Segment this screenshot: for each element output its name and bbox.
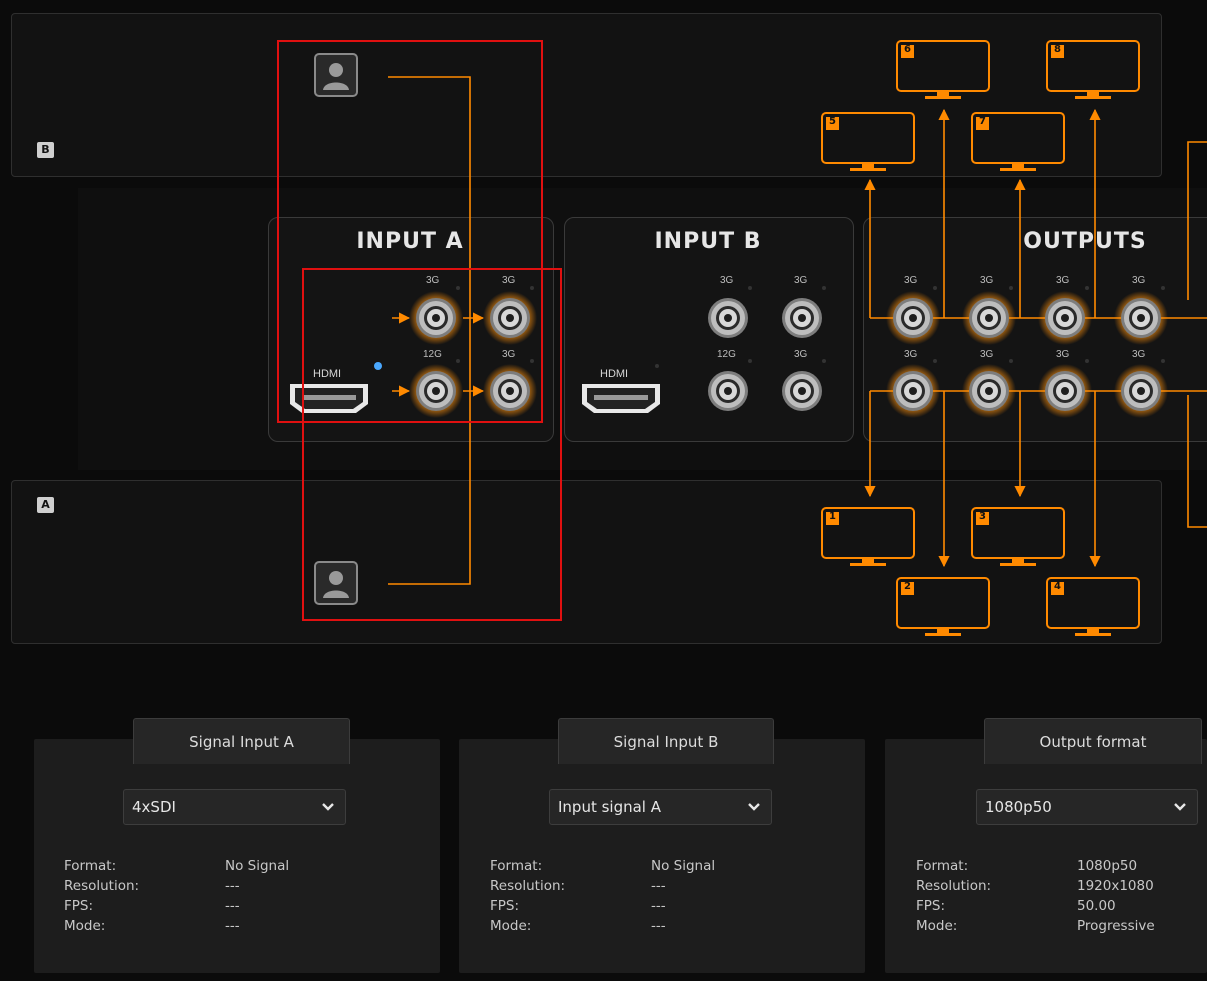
resolution-label: Resolution: [916, 878, 992, 894]
bnc-connector-icon [708, 286, 752, 338]
bnc-connector-icon [782, 286, 826, 338]
input-b-hdmi-icon [582, 384, 660, 413]
fps-value: --- [651, 898, 666, 914]
resolution-value: 1920x1080 [1077, 878, 1154, 894]
tab-signal-input-a[interactable]: Signal Input A [133, 718, 350, 764]
signal-input-a-select[interactable]: 4xSDI [123, 789, 346, 825]
signal-input-a-values: No Signal --- --- --- [225, 856, 289, 936]
monitor-number: 5 [829, 116, 836, 127]
bnc-connector-icon [886, 359, 940, 418]
output-format-select[interactable]: 1080p50 [976, 789, 1198, 825]
tab-signal-input-b[interactable]: Signal Input B [558, 718, 774, 764]
bnc-connector-icon [1038, 286, 1092, 345]
output-format-values: 1080p50 1920x1080 50.00 Progressive [1077, 856, 1155, 936]
format-value: No Signal [651, 858, 716, 874]
monitor-number: 4 [1054, 581, 1061, 592]
bnc-connector-icon [1114, 359, 1168, 418]
signal-input-b-labels: Format: Resolution: FPS: Mode: [490, 856, 565, 936]
format-label: Format: [490, 858, 543, 874]
bnc-connector-icon [782, 359, 826, 411]
chevron-down-icon [322, 803, 334, 811]
mode-value: Progressive [1077, 918, 1155, 934]
bnc-connector-icon [1114, 286, 1168, 345]
mode-label: Mode: [916, 918, 958, 934]
mode-label: Mode: [490, 918, 532, 934]
resolution-value: --- [225, 878, 240, 894]
input-b-hdmi-led [655, 364, 659, 368]
highlight-box [302, 268, 562, 621]
bnc-connector-icon [962, 286, 1016, 345]
signal-input-a-labels: Format: Resolution: FPS: Mode: [64, 856, 139, 936]
monitor-number: 2 [904, 581, 911, 592]
routing-diagram [290, 40, 1207, 636]
signal-input-a-selected: 4xSDI [132, 798, 176, 816]
mode-label: Mode: [64, 918, 106, 934]
format-value: 1080p50 [1077, 858, 1138, 874]
monitor-number: 3 [979, 511, 986, 522]
output-format-selected: 1080p50 [985, 798, 1052, 816]
mode-value: --- [651, 918, 666, 934]
fps-label: FPS: [916, 898, 946, 914]
tab-output-format[interactable]: Output format [984, 718, 1202, 764]
bnc-connector-icon [1038, 359, 1092, 418]
bnc-connector-icon [708, 359, 752, 411]
format-value: No Signal [225, 858, 290, 874]
format-label: Format: [916, 858, 969, 874]
bnc-connector-icon [962, 359, 1016, 418]
resolution-label: Resolution: [490, 878, 566, 894]
bnc-connector-icon [886, 286, 940, 345]
signal-input-b-values: No Signal --- --- --- [651, 856, 715, 936]
mode-value: --- [225, 918, 240, 934]
output-format-labels: Format: Resolution: FPS: Mode: [916, 856, 991, 936]
monitor-number: 7 [979, 116, 986, 127]
monitor-number: 8 [1054, 44, 1061, 55]
chevron-down-icon [1174, 803, 1186, 811]
fps-value: --- [225, 898, 240, 914]
fps-label: FPS: [490, 898, 520, 914]
fps-value: 50.00 [1077, 898, 1116, 914]
signal-input-b-select[interactable]: Input signal A [549, 789, 772, 825]
monitor-number: 1 [829, 511, 836, 522]
format-label: Format: [64, 858, 117, 874]
fps-label: FPS: [64, 898, 94, 914]
chevron-down-icon [748, 803, 760, 811]
resolution-value: --- [651, 878, 666, 894]
resolution-label: Resolution: [64, 878, 140, 894]
signal-input-b-selected: Input signal A [558, 798, 662, 816]
monitor-number: 6 [904, 44, 911, 55]
